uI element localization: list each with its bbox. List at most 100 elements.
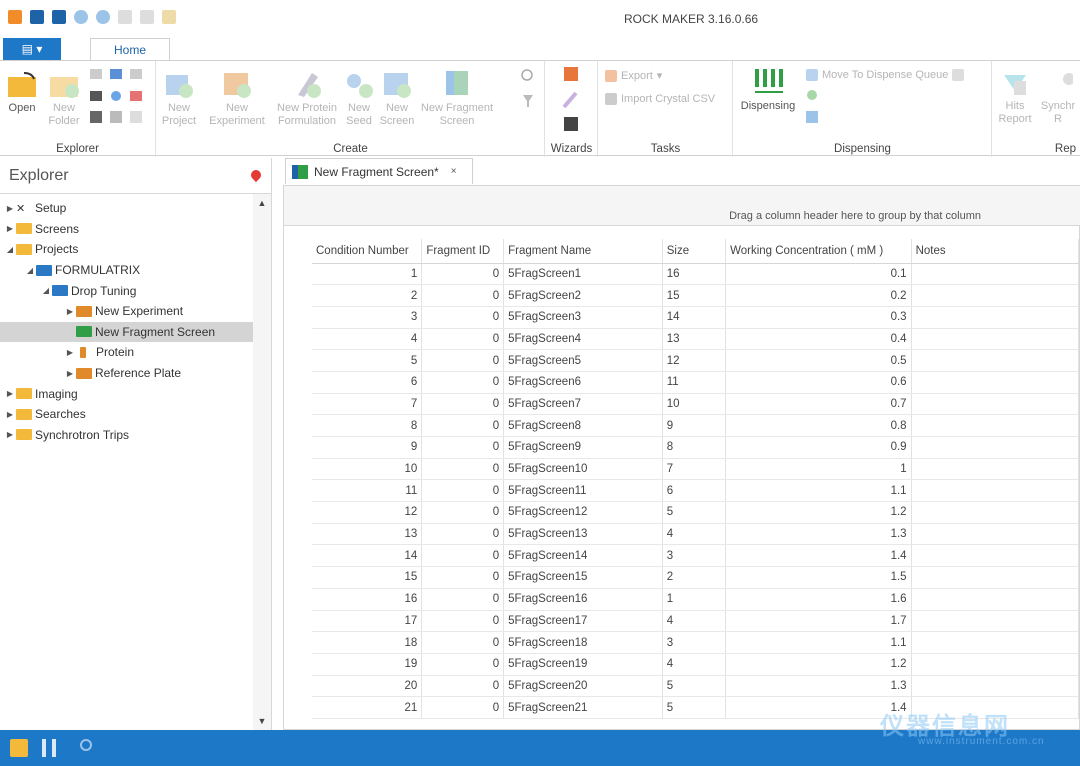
table-cell[interactable]: 11 [312,479,423,503]
table-cell[interactable]: 17 [312,610,423,633]
table-cell[interactable]: 1.1 [725,631,912,654]
table-cell[interactable] [911,349,1080,372]
table-cell[interactable]: 5FragScreen12 [503,501,663,524]
table-cell[interactable]: 13 [312,523,423,546]
table-row[interactable]: 5 0 5FragScreen5 12 0.5 [312,349,1080,372]
table-row[interactable]: 2 0 5FragScreen2 15 0.2 [312,284,1080,307]
table-cell[interactable]: 0.2 [725,284,912,307]
table-row[interactable]: 15 0 5FragScreen15 2 1.5 [312,566,1080,589]
table-cell[interactable]: 3 [662,544,727,568]
table-cell[interactable]: 0 [421,349,505,372]
tree-node[interactable]: ▶ Synchrotron Trips [0,425,271,446]
column-header[interactable]: Working Concentration ( mM ) [725,239,912,264]
new-seed-button[interactable]: New Seed [343,69,375,128]
new-project-button[interactable]: New Project [159,69,199,128]
table-cell[interactable]: 5FragScreen1 [503,263,663,286]
table-cell[interactable]: 0.8 [725,414,912,437]
table-row[interactable]: 4 0 5FragScreen4 13 0.4 [312,328,1080,351]
table-cell[interactable] [911,393,1080,416]
table-cell[interactable]: 5FragScreen15 [503,566,663,589]
explorer-scrollbar[interactable]: ▲ ▼ [253,194,271,730]
table-cell[interactable]: 0 [421,328,505,351]
table-cell[interactable]: 0 [421,610,505,633]
table-cell[interactable]: 14 [662,306,727,329]
table-cell[interactable]: 0 [421,436,505,459]
table-cell[interactable]: 14 [312,544,423,568]
table-cell[interactable] [911,479,1080,503]
table-cell[interactable]: 1.4 [725,544,912,568]
table-row[interactable]: 7 0 5FragScreen7 10 0.7 [312,393,1080,416]
table-cell[interactable]: 0.3 [725,306,912,329]
expand-arrow-icon[interactable]: ◢ [24,266,36,275]
table-cell[interactable]: 0 [421,284,505,307]
table-cell[interactable]: 8 [312,414,423,437]
table-cell[interactable]: 1 [662,588,727,611]
table-cell[interactable]: 5FragScreen9 [503,436,663,459]
tree-node[interactable]: ▶ Imaging [0,383,271,404]
table-cell[interactable]: 5FragScreen17 [503,610,663,633]
table-cell[interactable]: 9 [662,414,727,437]
tree-node[interactable]: ▶ Screens [0,219,271,240]
table-row[interactable]: 3 0 5FragScreen3 14 0.3 [312,306,1080,329]
table-cell[interactable]: 4 [662,523,727,546]
move-to-dispense-queue-button[interactable]: Move To Dispense Queue [806,69,965,81]
table-cell[interactable]: 2 [312,284,423,307]
table-cell[interactable]: 16 [662,263,727,286]
expand-arrow-icon[interactable]: ▶ [4,389,16,398]
table-cell[interactable]: 18 [312,631,423,654]
expand-arrow-icon[interactable]: ▶ [4,204,16,213]
table-cell[interactable]: 0 [421,675,505,698]
column-header[interactable]: Fragment Name [503,239,663,264]
table-cell[interactable]: 15 [662,284,727,307]
table-row[interactable]: 12 0 5FragScreen12 5 1.2 [312,501,1080,524]
table-cell[interactable]: 10 [662,393,727,416]
import-crystal-csv-button[interactable]: Import Crystal CSV [605,93,715,105]
table-cell[interactable]: 5FragScreen5 [503,349,663,372]
table-cell[interactable]: 1.5 [725,566,912,589]
table-cell[interactable] [911,653,1080,676]
table-cell[interactable]: 0 [421,414,505,437]
expand-arrow-icon[interactable]: ◢ [40,286,52,295]
table-row[interactable]: 10 0 5FragScreen10 7 1 [312,458,1080,481]
table-cell[interactable] [911,371,1080,394]
table-cell[interactable]: 1.3 [725,675,912,698]
table-cell[interactable]: 5 [662,675,727,698]
close-icon[interactable]: × [451,166,457,177]
table-cell[interactable]: 19 [312,653,423,676]
table-cell[interactable]: 0 [421,458,505,481]
table-row[interactable]: 18 0 5FragScreen18 3 1.1 [312,631,1080,654]
table-cell[interactable]: 1 [312,263,423,286]
table-cell[interactable]: 6 [662,479,727,503]
table-cell[interactable]: 15 [312,566,423,589]
expand-arrow-icon[interactable]: ▶ [64,369,76,378]
scroll-up-icon[interactable]: ▲ [253,198,271,208]
table-cell[interactable]: 7 [662,458,727,481]
expand-arrow-icon[interactable]: ▶ [4,410,16,419]
table-cell[interactable]: 1.6 [725,588,912,611]
table-cell[interactable]: 0.1 [725,263,912,286]
table-cell[interactable]: 2 [662,566,727,589]
table-cell[interactable]: 5FragScreen21 [503,696,663,719]
table-cell[interactable]: 5FragScreen4 [503,328,663,351]
hits-report-button[interactable]: Hits Report [995,67,1035,126]
table-cell[interactable] [911,588,1080,611]
paste-icon[interactable] [162,10,176,24]
table-cell[interactable]: 1 [725,458,912,481]
tab-new-fragment-screen[interactable]: New Fragment Screen* × [285,158,473,184]
save-icon[interactable] [30,10,44,24]
table-cell[interactable]: 9 [312,436,423,459]
table-cell[interactable]: 0 [421,263,505,286]
table-cell[interactable] [911,328,1080,351]
new-fragment-screen-button[interactable]: New Fragment Screen [419,69,495,128]
table-cell[interactable]: 0 [421,306,505,329]
redo-icon[interactable] [96,10,110,24]
scroll-down-icon[interactable]: ▼ [253,716,271,726]
table-cell[interactable]: 0 [421,631,505,654]
save-all-icon[interactable] [52,10,66,24]
table-row[interactable]: 16 0 5FragScreen16 1 1.6 [312,588,1080,611]
table-cell[interactable]: 5FragScreen19 [503,653,663,676]
table-cell[interactable]: 1.1 [725,479,912,503]
table-cell[interactable]: 1.2 [725,653,912,676]
expand-arrow-icon[interactable]: ▶ [64,348,76,357]
new-protein-formulation-button[interactable]: New Protein Formulation [275,69,339,128]
